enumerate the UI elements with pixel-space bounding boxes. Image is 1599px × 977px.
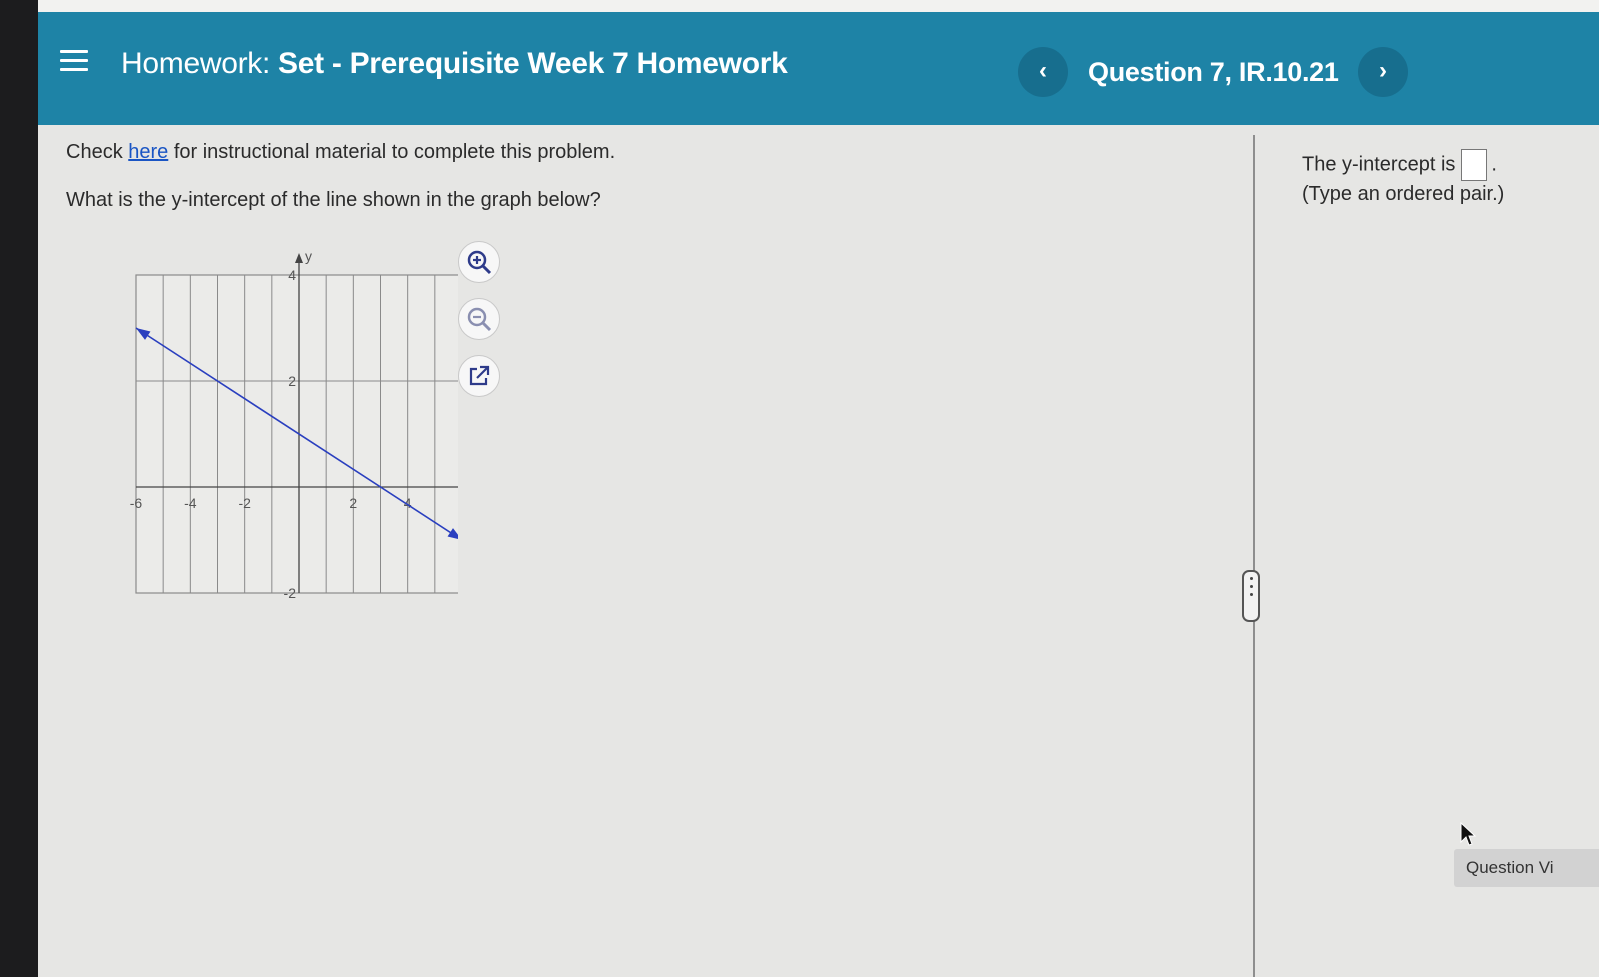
question-pane: Check here for instructional material to… [38,125,1253,977]
previous-question-button[interactable]: ‹ [1018,47,1068,97]
answer-hint: (Type an ordered pair.) [1302,183,1505,205]
external-link-icon [469,365,490,386]
answer-pane: The y-intercept is. (Type an ordered pai… [1257,125,1599,977]
plot-area [135,274,458,594]
screen: Homework: Set - Prerequisite Week 7 Home… [38,0,1599,977]
title-prefix: Homework: [121,47,270,80]
x-tick-label: -6 [130,495,143,511]
y-tick-label: 4 [288,267,296,283]
browser-top-strip [38,0,1599,12]
answer-line: The y-intercept is. [1302,149,1497,181]
homework-header: Homework: Set - Prerequisite Week 7 Home… [38,12,1599,125]
line-graph: xy-6-4-224642-2 [130,248,458,600]
x-tick-label: -2 [238,495,251,511]
y-tick-label: 2 [288,373,296,389]
y-axis-arrow [295,253,303,263]
answer-suffix: . [1491,153,1497,176]
question-viewer-button[interactable]: Question Vi [1454,849,1599,887]
instruction-pre: Check [66,141,129,163]
instructional-material-link[interactable]: here [128,141,168,163]
title-main: Set - Prerequisite Week 7 Homework [278,47,788,80]
mouse-cursor-icon [1460,822,1477,846]
x-tick-label: 2 [349,495,357,511]
instruction-text: Check here for instructional material to… [66,141,615,164]
instruction-post: for instructional material to complete t… [168,141,616,163]
zoom-out-icon [467,307,492,332]
zoom-in-icon [467,250,492,275]
question-number-label: Question 7, IR.10.21 [1088,57,1339,87]
zoom-in-button[interactable] [458,241,500,283]
next-question-button[interactable]: › [1358,47,1408,97]
answer-prefix: The y-intercept is [1302,153,1456,176]
x-tick-label: -4 [184,495,197,511]
hamburger-menu-icon[interactable] [60,50,88,74]
homework-title: Homework: Set - Prerequisite Week 7 Home… [121,47,788,81]
y-intercept-answer-input[interactable] [1461,149,1488,181]
y-axis-label: y [305,248,312,264]
popout-graph-button[interactable] [458,355,500,397]
y-tick-label: -2 [284,585,297,600]
question-text: What is the y-intercept of the line show… [66,189,601,211]
pane-divider [1253,135,1255,977]
zoom-out-button[interactable] [458,298,500,340]
